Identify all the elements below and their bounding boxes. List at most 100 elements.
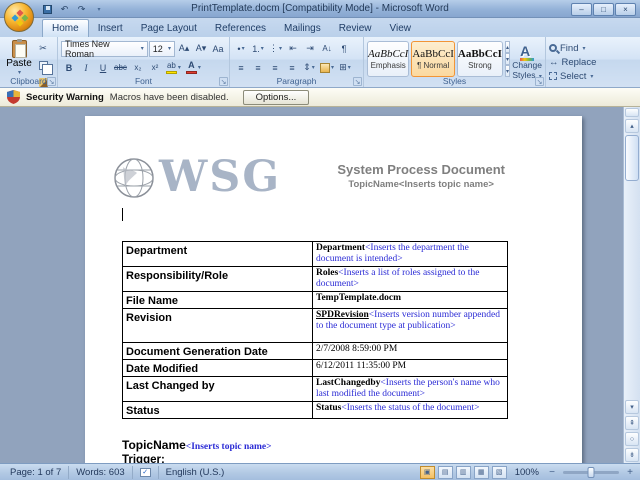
topic-heading[interactable]: TopicName<Inserts topic name> xyxy=(122,438,272,452)
office-logo-icon xyxy=(11,9,29,27)
maximize-button[interactable]: □ xyxy=(593,3,614,16)
paragraph-dialog-launcher[interactable]: ↘ xyxy=(353,77,362,86)
tab-page-layout[interactable]: Page Layout xyxy=(132,20,206,37)
scrollbar-track[interactable] xyxy=(624,182,640,399)
tab-view[interactable]: View xyxy=(381,20,421,37)
styles-scroll-up[interactable]: ▴ xyxy=(504,41,511,53)
strikethrough-button[interactable]: abc xyxy=(112,60,129,76)
align-center-button[interactable]: ≡ xyxy=(250,60,266,76)
redo-button[interactable]: ↷ xyxy=(74,2,89,16)
italic-button[interactable]: I xyxy=(78,60,94,76)
scroll-down-button[interactable]: ▾ xyxy=(625,400,639,414)
text-highlight-button[interactable]: ab ▾ xyxy=(164,60,183,76)
previous-page-button[interactable]: ⇞ xyxy=(625,416,639,430)
view-ruler-button[interactable] xyxy=(625,108,639,117)
outline-view-button[interactable]: ▦ xyxy=(473,465,489,479)
save-button[interactable] xyxy=(40,2,55,16)
tab-references[interactable]: References xyxy=(206,20,275,37)
font-color-button[interactable]: A ▾ xyxy=(184,60,203,76)
scrollbar-thumb[interactable] xyxy=(625,135,639,181)
chevron-down-icon: ▾ xyxy=(582,45,586,52)
copy-button[interactable] xyxy=(35,57,53,75)
decrease-indent-button[interactable]: ⇤ xyxy=(285,41,301,57)
borders-button[interactable]: ⊞ ▾ xyxy=(337,60,353,76)
message-bar: Security Warning Macros have been disabl… xyxy=(0,88,640,107)
draft-view-button[interactable]: ▧ xyxy=(491,465,507,479)
vertical-scrollbar[interactable]: ▴ ▾ ⇞ ○ ⇟ xyxy=(623,107,640,463)
underline-button[interactable]: U xyxy=(95,60,111,76)
language-indicator[interactable]: English (U.S.) xyxy=(159,466,232,479)
web-layout-view-button[interactable]: ▥ xyxy=(455,465,471,479)
increase-indent-button[interactable]: ⇥ xyxy=(302,41,318,57)
align-left-button[interactable]: ≡ xyxy=(233,60,249,76)
find-button[interactable]: Find ▾ xyxy=(549,42,613,54)
word-count[interactable]: Words: 603 xyxy=(69,465,133,479)
styles-scroll-down[interactable]: ▾ xyxy=(504,53,511,65)
numbering-button[interactable]: 1. ▾ xyxy=(250,41,266,57)
line-spacing-button[interactable]: ⇕ ▾ xyxy=(301,60,317,76)
bold-button[interactable]: B xyxy=(61,60,77,76)
cut-button[interactable]: ✂ xyxy=(35,40,51,56)
tab-insert[interactable]: Insert xyxy=(89,20,132,37)
browse-object-button[interactable]: ○ xyxy=(625,432,639,446)
styles-dialog-launcher[interactable]: ↘ xyxy=(535,77,544,86)
search-icon xyxy=(549,44,557,52)
show-hide-button[interactable]: ¶ xyxy=(336,41,352,57)
select-button[interactable]: Select ▾ xyxy=(549,70,613,82)
grow-font-button[interactable]: A▴ xyxy=(176,41,192,57)
zoom-out-button[interactable]: − xyxy=(547,467,557,478)
align-right-button[interactable]: ≡ xyxy=(267,60,283,76)
zoom-slider[interactable] xyxy=(563,466,619,478)
chevron-down-icon: ▾ xyxy=(140,46,144,52)
subscript-button[interactable]: x₂ xyxy=(130,60,146,76)
undo-button[interactable]: ↶ xyxy=(57,2,72,16)
font-dialog-launcher[interactable]: ↘ xyxy=(219,77,228,86)
office-button[interactable] xyxy=(4,2,34,32)
shading-button[interactable]: ▾ xyxy=(318,60,336,76)
print-layout-view-button[interactable]: ▣ xyxy=(419,465,435,479)
chevron-down-icon: ▾ xyxy=(331,65,335,71)
document-subtitle: TopicName<Inserts topic name> xyxy=(348,179,494,190)
sort-button[interactable]: A↓ xyxy=(319,41,335,57)
tab-review[interactable]: Review xyxy=(330,20,381,37)
document-page[interactable]: WSG System Process Document TopicName<In… xyxy=(85,116,582,463)
zoom-level[interactable]: 100% xyxy=(510,467,544,478)
group-editing: Find ▾ ↔ Replace Select ▾ xyxy=(546,37,616,87)
font-family-select[interactable]: Times New Roman ▾ xyxy=(61,39,148,59)
full-screen-reading-view-button[interactable]: ▤ xyxy=(437,465,453,479)
ribbon: Paste ▾ ✂ Clipboard ↘ Times New Roman ▾ … xyxy=(0,37,640,88)
clipboard-dialog-launcher[interactable]: ↘ xyxy=(47,77,56,86)
numbering-icon: 1. xyxy=(252,43,260,54)
qat-customize-button[interactable]: ▾ xyxy=(91,2,106,16)
clear-formatting-button[interactable]: Aa xyxy=(210,41,226,57)
tab-mailings[interactable]: Mailings xyxy=(275,20,330,37)
proofing-status[interactable]: ✓ xyxy=(133,465,159,479)
style-emphasis[interactable]: AaBbCcI Emphasis xyxy=(367,41,410,77)
scissors-icon: ✂ xyxy=(39,42,47,53)
superscript-button[interactable]: x² xyxy=(147,60,163,76)
quick-access-toolbar: ↶ ↷ ▾ xyxy=(40,2,106,16)
zoom-slider-thumb[interactable] xyxy=(587,466,595,478)
change-styles-button[interactable]: A Change Styles ▾ xyxy=(512,41,542,81)
zoom-in-button[interactable]: + xyxy=(625,467,635,478)
options-button[interactable]: Options... xyxy=(242,89,310,105)
multilevel-list-button[interactable]: ⋮ ▾ xyxy=(267,41,284,57)
group-clipboard: Paste ▾ ✂ Clipboard ↘ xyxy=(0,37,58,87)
bullets-button[interactable]: • ▾ xyxy=(233,41,249,57)
trigger-heading[interactable]: Trigger: xyxy=(122,454,165,463)
security-warning-message: Macros have been disabled. xyxy=(109,91,229,103)
tab-home[interactable]: Home xyxy=(42,19,89,37)
justify-button[interactable]: ≡ xyxy=(284,60,300,76)
close-button[interactable]: × xyxy=(615,3,636,16)
style-strong[interactable]: AaBbCcI Strong xyxy=(456,41,503,77)
page-indicator[interactable]: Page: 1 of 7 xyxy=(3,465,70,479)
font-size-select[interactable]: 12 ▾ xyxy=(148,40,175,57)
paste-label: Paste xyxy=(6,58,32,69)
shrink-font-button[interactable]: A▾ xyxy=(193,41,209,57)
replace-button[interactable]: ↔ Replace xyxy=(549,56,613,68)
minimize-button[interactable]: – xyxy=(571,3,592,16)
select-icon xyxy=(549,72,557,80)
next-page-button[interactable]: ⇟ xyxy=(625,448,639,462)
style-normal[interactable]: AaBbCcI ¶ Normal xyxy=(411,41,455,77)
scroll-up-button[interactable]: ▴ xyxy=(625,119,639,133)
